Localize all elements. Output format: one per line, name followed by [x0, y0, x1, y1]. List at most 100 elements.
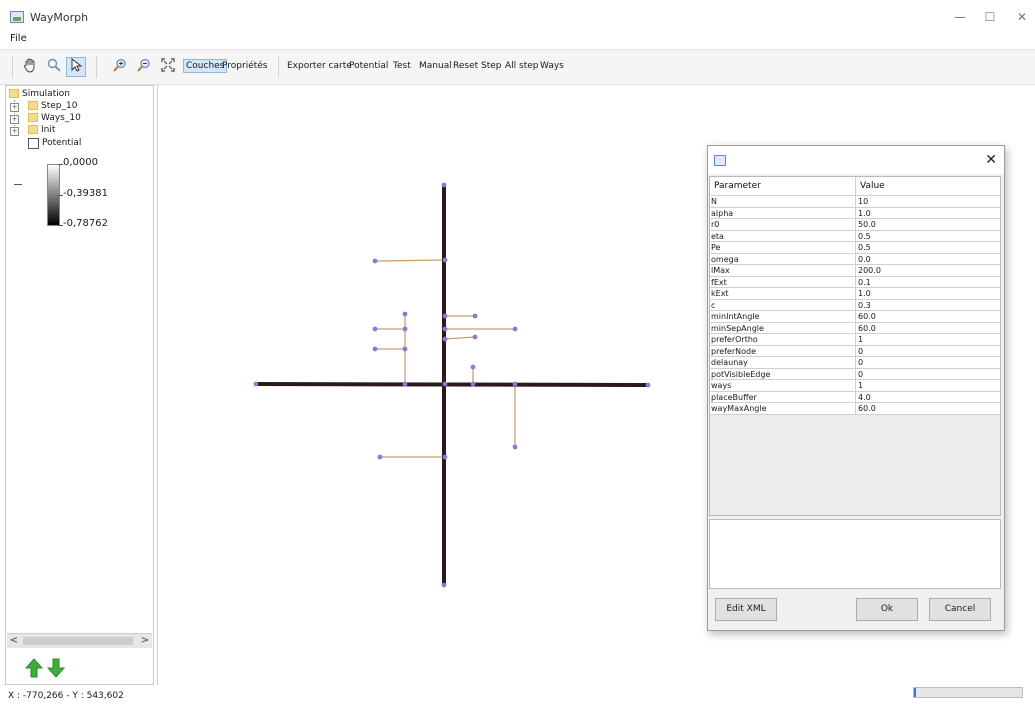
test-button[interactable]: Test — [393, 61, 411, 71]
param-value-cell[interactable]: 1 — [858, 334, 863, 345]
param-value-cell[interactable]: 0.3 — [858, 300, 871, 311]
toolbar-separator — [12, 56, 13, 78]
potential-button[interactable]: Potential — [349, 61, 388, 71]
maximize-button[interactable]: ☐ — [978, 8, 1002, 26]
proprietes-button[interactable]: Propriétés — [222, 61, 267, 71]
window-titlebar: WayMorph — ☐ ✕ — [0, 0, 1035, 32]
zoom-in-icon[interactable] — [110, 57, 130, 77]
param-name-cell: preferNode — [711, 346, 757, 356]
cursor-coordinates: X : -770,266 - Y : 543,602 — [8, 691, 124, 701]
zoom-out-icon[interactable] — [134, 57, 154, 77]
param-value-cell[interactable]: 0.5 — [858, 231, 871, 242]
status-bar: X : -770,266 - Y : 543,602 — [0, 686, 1035, 704]
param-name-cell: preferOrtho — [711, 335, 758, 344]
xml-text-area[interactable] — [709, 519, 1001, 589]
param-value-cell[interactable]: 10 — [858, 196, 868, 207]
scroll-left-button[interactable]: < — [7, 634, 21, 648]
legend-min-label: -0,78762 — [63, 218, 108, 229]
fit-extent-icon[interactable] — [158, 57, 178, 77]
potential-checkbox[interactable] — [28, 138, 39, 149]
param-name-cell: N — [711, 197, 717, 206]
column-divider — [855, 177, 856, 415]
tree-item-label: Init — [41, 125, 56, 135]
param-name-cell: minIntAngle — [711, 312, 760, 321]
close-button[interactable]: ✕ — [1010, 8, 1034, 26]
param-name-cell: omega — [711, 254, 739, 264]
ok-button[interactable]: Ok — [856, 598, 918, 621]
app-icon — [10, 11, 24, 23]
step-button[interactable]: Step — [481, 61, 502, 71]
param-name-cell: r0 — [711, 220, 720, 229]
layers-panel: Simulation + Step_10 + Ways_10 + Init Po… — [5, 85, 154, 685]
tree-item-step[interactable]: Step_10 — [28, 100, 77, 112]
toolbar-separator — [96, 56, 97, 78]
move-up-arrow-icon[interactable] — [24, 658, 44, 678]
toolbar: Couches Propriétés Exporter carte Potent… — [0, 49, 1035, 85]
param-value-cell[interactable]: 4.0 — [858, 392, 871, 403]
param-value-cell[interactable]: 200.0 — [858, 265, 881, 276]
menu-file[interactable]: File — [10, 33, 27, 44]
param-name-cell: alpha — [711, 208, 734, 218]
hand-icon[interactable] — [20, 57, 40, 77]
minimize-button[interactable]: — — [948, 8, 972, 26]
expand-icon[interactable]: + — [10, 127, 19, 136]
param-name-cell: minSepAngle — [711, 323, 764, 333]
param-value-cell[interactable]: 1.0 — [858, 208, 871, 219]
param-name-cell: potVisibleEdge — [711, 369, 771, 379]
expand-icon[interactable]: + — [10, 103, 19, 112]
param-value-cell[interactable]: 0 — [858, 357, 863, 368]
param-name-cell: kExt — [711, 289, 729, 298]
param-value-cell[interactable]: 50.0 — [858, 219, 876, 230]
scroll-right-button[interactable]: > — [138, 634, 152, 648]
param-name-cell: fExt — [711, 277, 727, 287]
cancel-button[interactable]: Cancel — [929, 598, 991, 621]
tree-item-init[interactable]: Init — [28, 124, 55, 136]
param-value-cell[interactable]: 1 — [858, 380, 863, 391]
tree-item-label: Ways_10 — [41, 113, 81, 123]
ways-button[interactable]: Ways — [540, 61, 564, 71]
magnifier-icon[interactable] — [44, 57, 64, 77]
reset-button[interactable]: Reset — [453, 61, 478, 71]
manual-button[interactable]: Manual — [419, 61, 452, 71]
progress-bar — [913, 687, 1023, 698]
param-value-cell[interactable]: 0.5 — [858, 242, 871, 253]
parameters-dialog: ✕ Parameter Value N 10 alpha 1.0 r0 50.0 eta 0.… — [707, 145, 1005, 631]
all-step-button[interactable]: All step — [505, 61, 539, 71]
window-title: WayMorph — [30, 11, 89, 24]
param-value-cell[interactable]: 0 — [858, 346, 863, 357]
legend-max-label: 0,0000 — [63, 157, 98, 168]
folder-icon — [28, 125, 38, 134]
couches-button[interactable]: Couches — [183, 59, 228, 73]
tree-root[interactable]: Simulation — [9, 88, 70, 100]
folder-icon — [28, 101, 38, 110]
potential-layer-label: Potential — [42, 138, 82, 148]
folder-icon — [9, 89, 19, 98]
edit-xml-button[interactable]: Edit XML — [715, 598, 777, 621]
tree-item-ways[interactable]: Ways_10 — [28, 112, 81, 124]
exporter-carte-button[interactable]: Exporter carte — [287, 61, 352, 71]
horizontal-scrollbar[interactable]: < > — [7, 633, 152, 648]
param-value-cell[interactable]: 0 — [858, 369, 863, 380]
param-value-cell[interactable]: 60.0 — [858, 311, 876, 322]
param-value-cell[interactable]: 60.0 — [858, 323, 876, 334]
param-name-cell: placeBuffer — [711, 392, 757, 402]
expand-icon[interactable]: + — [10, 115, 19, 124]
dialog-titlebar: ✕ — [708, 146, 1004, 174]
param-name-cell: c — [711, 300, 716, 310]
parameters-table: Parameter Value N 10 alpha 1.0 r0 50.0 eta 0.5 P… — [709, 176, 1001, 516]
scroll-thumb[interactable] — [23, 637, 133, 645]
dialog-app-icon — [714, 155, 726, 166]
legend-marker — [14, 184, 22, 185]
pointer-icon[interactable] — [66, 57, 86, 77]
param-name-cell: eta — [711, 231, 724, 241]
param-name-cell: Pe — [711, 243, 721, 252]
param-value-cell[interactable]: 0.1 — [858, 277, 871, 288]
column-header-parameter[interactable]: Parameter — [714, 181, 761, 191]
dialog-close-button[interactable]: ✕ — [985, 152, 997, 168]
param-value-cell[interactable]: 1.0 — [858, 288, 871, 299]
toolbar-separator — [278, 56, 279, 78]
move-down-arrow-icon[interactable] — [46, 658, 66, 678]
param-value-cell[interactable]: 0.0 — [858, 254, 871, 265]
param-value-cell[interactable]: 60.0 — [858, 403, 876, 414]
column-header-value[interactable]: Value — [860, 181, 885, 191]
